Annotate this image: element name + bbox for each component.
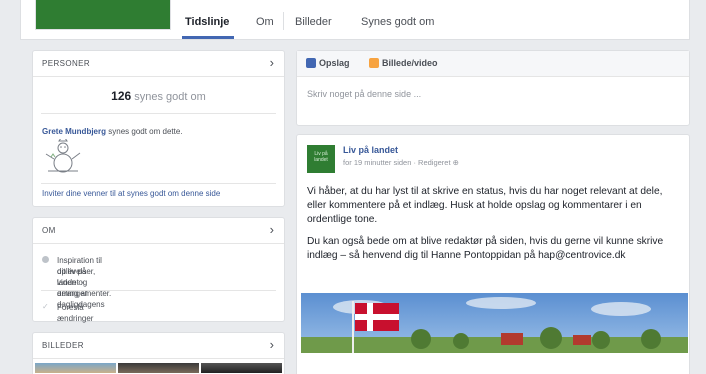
photo-thumbnail[interactable]: [201, 363, 282, 373]
composer-input[interactable]: Skriv noget på denne side ...: [307, 89, 421, 99]
pencil-icon: [306, 58, 316, 68]
tab-likes[interactable]: Synes godt om: [361, 16, 434, 28]
photo-video-label: Billede/video: [382, 58, 438, 68]
likes-label: synes godt om: [134, 91, 206, 103]
liker-text: synes godt om dette.: [108, 127, 183, 136]
divider: [41, 183, 276, 184]
people-card-title: PERSONER: [42, 59, 91, 68]
post-paragraph: Du kan også bede om at blive redaktør på…: [307, 236, 664, 261]
chevron-right-icon[interactable]: ›: [270, 337, 274, 352]
chevron-right-icon[interactable]: ›: [270, 222, 274, 237]
page-avatar[interactable]: Liv på landet: [307, 145, 335, 173]
globe-icon: ⊕: [452, 158, 459, 167]
photos-card-header[interactable]: BILLEDER ›: [33, 333, 284, 359]
active-tab-indicator: [182, 36, 234, 39]
photo-thumbnail[interactable]: [35, 363, 116, 373]
composer-card: Opslag Billede/video Skriv noget på denn…: [296, 50, 690, 126]
avatar-text: Liv på landet: [314, 151, 328, 163]
post-button-label: Opslag: [319, 58, 350, 68]
photo-icon: [369, 58, 379, 68]
about-description-line2: oplevelser, viden og arrangementer.: [57, 267, 112, 298]
post-body: Vi håber, at du har lyst til at skrive e…: [307, 185, 679, 271]
snowman-illustration: [45, 139, 81, 173]
photos-strip: [35, 363, 282, 373]
post-meta: for 19 minutter siden · Redigeret ⊕: [343, 158, 459, 167]
photos-card: BILLEDER ›: [32, 332, 285, 374]
tab-photos[interactable]: Billeder: [295, 16, 332, 28]
about-card-title: OM: [42, 226, 56, 235]
invite-friends-link[interactable]: Inviter dine venner til at synes godt om…: [42, 189, 220, 198]
likes-number: 126: [111, 89, 132, 103]
chevron-right-icon[interactable]: ›: [270, 55, 274, 70]
post-paragraph: Vi håber, at du har lyst til at skrive e…: [307, 186, 663, 225]
post-button[interactable]: Opslag: [306, 58, 350, 68]
liker-line: Grete Mundbjerg synes godt om dette.: [42, 127, 183, 136]
post-author[interactable]: Liv på landet: [343, 145, 398, 155]
divider: [41, 113, 276, 114]
about-card: OM › Inspiration til dit liv på landet -…: [32, 217, 285, 323]
tab-timeline[interactable]: Tidslinje: [185, 16, 229, 28]
people-card-header[interactable]: PERSONER ›: [33, 51, 284, 77]
about-card-header[interactable]: OM ›: [33, 218, 284, 244]
suggest-edits-label: Foreslå ændringer: [57, 303, 94, 323]
info-icon: [42, 256, 49, 263]
likes-count[interactable]: 126 synes godt om: [33, 89, 284, 103]
post-timestamp[interactable]: for 19 minutter siden · Redigeret: [343, 158, 451, 167]
people-card: PERSONER › 126 synes godt om Grete Mundb…: [32, 50, 285, 207]
photos-card-title: BILLEDER: [42, 341, 84, 350]
cover-photo[interactable]: [35, 0, 171, 30]
photo-video-button[interactable]: Billede/video: [369, 58, 438, 68]
post-card: Liv på landet Liv på landet for 19 minut…: [296, 134, 690, 374]
tab-divider: [283, 12, 284, 30]
post-image[interactable]: [301, 293, 688, 353]
composer-header: Opslag Billede/video: [297, 51, 689, 77]
pencil-icon: ✓: [42, 302, 49, 311]
tab-about[interactable]: Om: [256, 16, 274, 28]
photo-thumbnail[interactable]: [118, 363, 199, 373]
liker-name[interactable]: Grete Mundbjerg: [42, 127, 106, 136]
divider: [41, 290, 276, 291]
